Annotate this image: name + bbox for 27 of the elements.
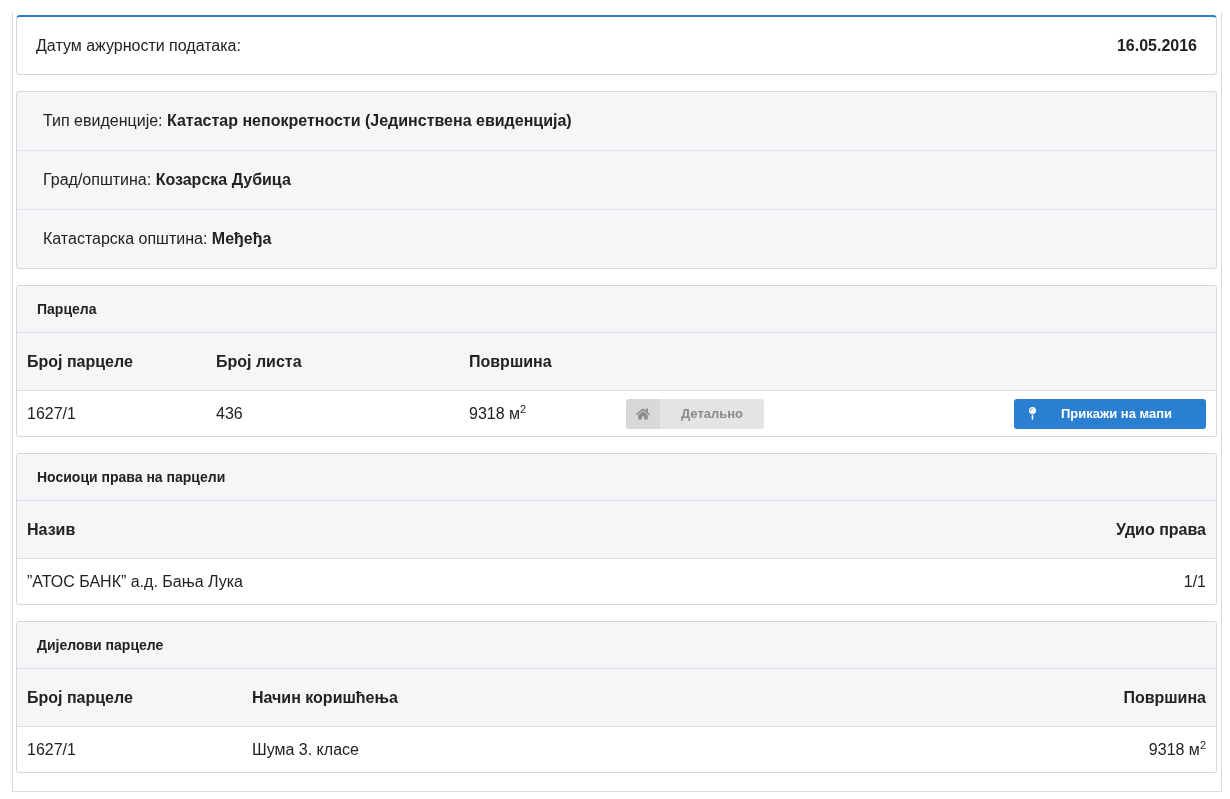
table-cell-text: 436 xyxy=(216,404,244,423)
column-header: Површина xyxy=(469,352,553,371)
column-header: Број парцеле xyxy=(27,352,134,371)
panel-heading: Дијелови парцеле xyxy=(17,622,1216,669)
info-text: Тип евиденције: Катастар непокретности (Јединствена евиденција) xyxy=(43,112,572,130)
info-text: Град/општина: Козарска Дубица xyxy=(43,171,291,189)
table-cell-text: 1627/1 xyxy=(27,740,77,759)
panel-heading: Парцела xyxy=(17,286,1216,333)
table-cell-text: 9318 м$^{2}$ xyxy=(469,403,528,424)
column-header: Начин коришћења xyxy=(252,688,399,707)
column-header: Удио права xyxy=(1115,520,1206,539)
date-value: 16.05.2016 xyxy=(1116,36,1197,55)
table-cell-text: 1/1 xyxy=(1182,572,1206,591)
column-header: Назив xyxy=(27,520,77,539)
table-cell-text: ”АТОС БАНК” а.д. Бања Лука xyxy=(27,572,244,591)
table-cell-text: 1627/1 xyxy=(27,404,77,423)
home-icon xyxy=(636,406,650,421)
column-header: Број парцеле xyxy=(27,688,134,707)
table-cell-text: Шума 3. класе xyxy=(252,740,360,759)
show-on-map-button[interactable]: Прикажи на мапи xyxy=(1014,398,1206,429)
panel-heading: Носиоци права на парцели xyxy=(17,454,1216,501)
column-header: Површина xyxy=(1122,688,1206,707)
column-header: Број листа xyxy=(216,352,303,371)
date-label: Датум ажурности података: xyxy=(36,36,241,55)
table-cell-text: 9318 м$^{2}$ xyxy=(1147,739,1206,760)
info-text: Катастарска општина: Међеђа xyxy=(43,230,272,248)
pin-icon xyxy=(1026,407,1039,420)
